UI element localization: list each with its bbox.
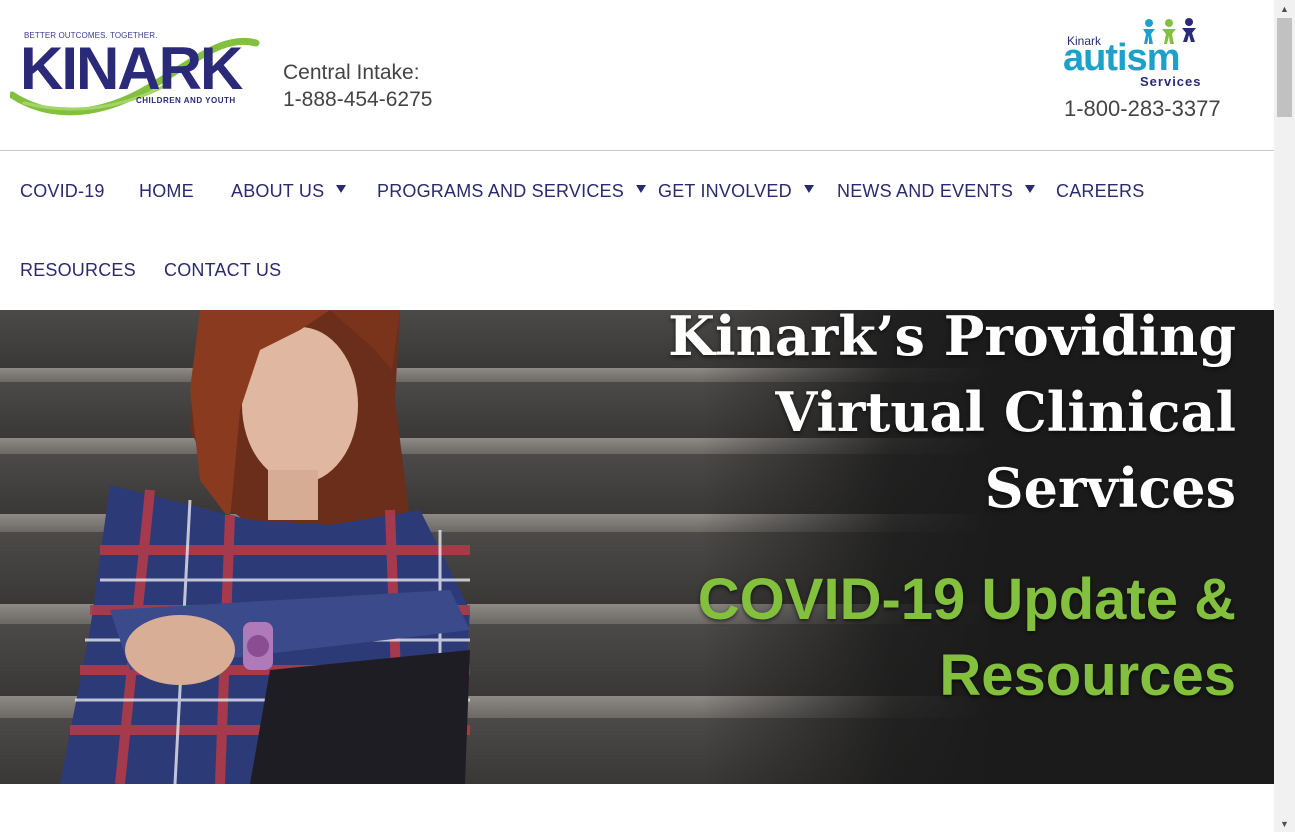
- nav-item-about-us[interactable]: ABOUT US: [231, 181, 347, 202]
- central-intake-label: Central Intake:: [283, 61, 420, 84]
- scrollbar-thumb[interactable]: [1277, 18, 1292, 117]
- covid-update-line2: Resources: [939, 643, 1236, 708]
- autism-phone[interactable]: 1-800-283-3377: [1064, 96, 1221, 122]
- covid-update-link[interactable]: COVID-19 Update & Resources: [596, 562, 1236, 714]
- nav-item-label: GET INVOLVED: [658, 181, 792, 201]
- scroll-down-icon[interactable]: ▼: [1274, 815, 1295, 832]
- nav-item-programs-and-services[interactable]: PROGRAMS AND SERVICES: [377, 181, 646, 202]
- nav-item-careers[interactable]: CAREERS: [1056, 181, 1144, 202]
- central-intake-phone[interactable]: 1-888-454-6275: [283, 86, 432, 113]
- caret-down-icon[interactable]: [1025, 185, 1036, 193]
- nav-item-home[interactable]: HOME: [139, 181, 194, 202]
- nav-item-label: ABOUT US: [231, 181, 325, 201]
- autism-logo-word: autism: [1063, 37, 1180, 79]
- hero-banner: Kinark’s Providing Virtual Clinical Serv…: [0, 310, 1274, 784]
- caret-down-icon[interactable]: [336, 185, 347, 193]
- nav-item-label: CAREERS: [1056, 181, 1145, 201]
- nav-item-label: HOME: [139, 181, 194, 201]
- central-intake: Central Intake: 1-888-454-6275: [283, 59, 432, 113]
- main-nav: COVID-19 HOME ABOUT US PROGRAMS AND SERV…: [0, 151, 1274, 310]
- nav-item-get-involved[interactable]: GET INVOLVED: [658, 181, 814, 202]
- logo-subline: CHILDREN AND YOUTH: [136, 96, 236, 105]
- nav-item-contact-us[interactable]: CONTACT US: [164, 260, 281, 281]
- hero-headline-line1: Kinark’s Providing: [668, 310, 1236, 368]
- nav-item-label: CONTACT US: [164, 260, 282, 280]
- logo-wordmark: KINARK: [20, 35, 243, 102]
- nav-item-label: COVID-19: [20, 181, 105, 201]
- nav-item-covid-19[interactable]: COVID-19: [20, 181, 105, 202]
- nav-item-news-and-events[interactable]: NEWS AND EVENTS: [837, 181, 1036, 202]
- scroll-up-icon[interactable]: ▲: [1274, 0, 1295, 17]
- hero-headline-line3: Services: [984, 456, 1236, 520]
- caret-down-icon[interactable]: [803, 185, 814, 193]
- nav-item-label: RESOURCES: [20, 260, 136, 280]
- vertical-scrollbar[interactable]: ▲ ▼: [1274, 0, 1295, 832]
- hero-headline-line2: Virtual Clinical: [775, 380, 1236, 444]
- autism-services-logo[interactable]: Kinark autism Services 1-800-283-3377: [1058, 16, 1228, 126]
- kinark-logo[interactable]: BETTER OUTCOMES. TOGETHER. KINARK CHILDR…: [10, 25, 260, 117]
- hero-headline: Kinark’s Providing Virtual Clinical Serv…: [596, 310, 1236, 526]
- covid-update-line1: COVID-19 Update &: [697, 567, 1236, 632]
- caret-down-icon[interactable]: [635, 185, 646, 193]
- nav-item-resources[interactable]: RESOURCES: [20, 260, 136, 281]
- nav-item-label: NEWS AND EVENTS: [837, 181, 1014, 201]
- autism-logo-services: Services: [1140, 74, 1202, 89]
- nav-item-label: PROGRAMS AND SERVICES: [377, 181, 624, 201]
- site-header: BETTER OUTCOMES. TOGETHER. KINARK CHILDR…: [0, 0, 1274, 151]
